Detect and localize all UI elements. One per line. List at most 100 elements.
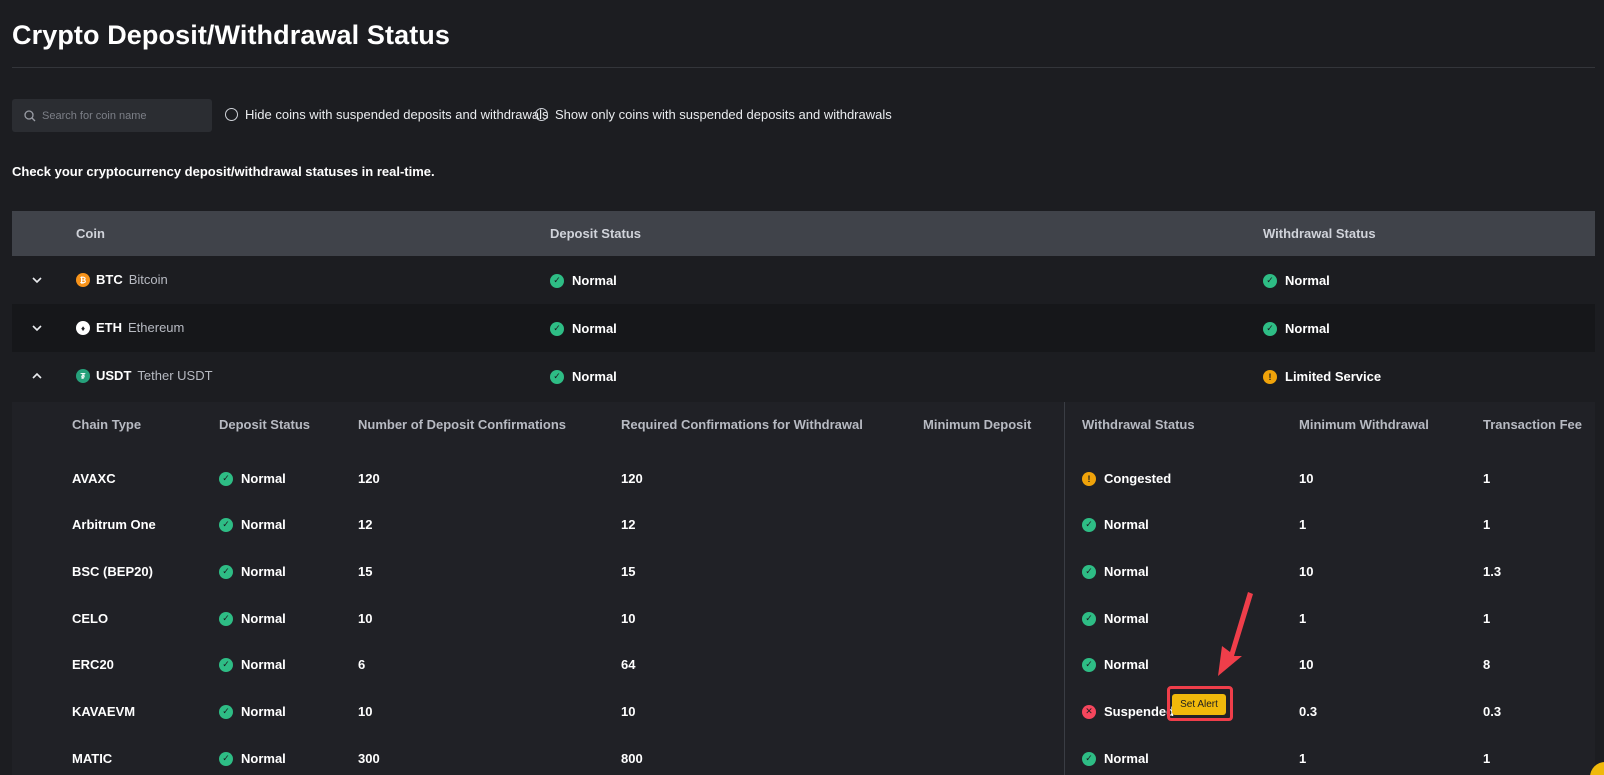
- chain-name: CELO: [72, 611, 109, 626]
- minimum-withdrawal: 1: [1299, 751, 1307, 766]
- chain-withdrawal-status: ✓ Normal: [1082, 611, 1149, 626]
- chevron-up-icon[interactable]: [30, 369, 44, 383]
- chain-withdrawal-status: ! Congested: [1082, 471, 1171, 486]
- withdrawal-status: ✓ Normal: [1263, 273, 1330, 288]
- transaction-fee: 1: [1483, 751, 1491, 766]
- check-icon: ✓: [219, 704, 233, 719]
- transaction-fee: 1: [1483, 517, 1491, 532]
- coin-symbol: USDT Tether USDT: [96, 368, 213, 383]
- chain-name: AVAXC: [72, 471, 116, 486]
- transaction-fee: 1: [1483, 471, 1491, 486]
- chain-withdrawal-status: ✓ Normal: [1082, 564, 1149, 579]
- coin-row-btc[interactable]: ₿ BTC Bitcoin ✓ Normal ✓ Normal: [12, 256, 1595, 304]
- check-icon: ✓: [550, 273, 564, 288]
- check-icon: ✓: [550, 369, 564, 384]
- chain-deposit-status-header: Deposit Status: [219, 417, 311, 432]
- chain-deposit-status: ✓ Normal: [219, 611, 286, 626]
- minimum-withdrawal: 1: [1299, 611, 1307, 626]
- chain-name: KAVAEVM: [72, 704, 136, 719]
- deposit-confirmations: 10: [358, 704, 373, 719]
- coin-symbol: BTC Bitcoin: [96, 272, 168, 287]
- check-icon: ✓: [1082, 517, 1096, 532]
- radio-button[interactable]: [225, 108, 238, 121]
- deposit-status-header: Deposit Status: [550, 226, 642, 241]
- chain-deposit-status: ✓ Normal: [219, 657, 286, 672]
- radio-button[interactable]: [535, 108, 548, 121]
- annotation-arrow-icon: [1218, 592, 1253, 676]
- withdrawal-confirmations: 800: [621, 751, 643, 766]
- eth-icon: ♦: [76, 321, 90, 335]
- check-icon: ✓: [550, 321, 564, 336]
- warning-icon: !: [1082, 471, 1096, 486]
- check-icon: ✓: [219, 611, 233, 626]
- minimum-withdrawal: 0.3: [1299, 704, 1318, 719]
- chevron-down-icon[interactable]: [30, 273, 44, 287]
- check-icon: ✓: [1082, 751, 1096, 766]
- deposit-confirmations: 300: [358, 751, 380, 766]
- coin-row-eth[interactable]: ♦ ETH Ethereum ✓ Normal ✓ Normal: [12, 304, 1595, 352]
- check-icon: ✓: [219, 751, 233, 766]
- withdrawal-confirmations-header: Required Confirmations for Withdrawal: [621, 417, 863, 432]
- transaction-fee: 1.3: [1483, 564, 1502, 579]
- withdrawal-confirmations: 64: [621, 657, 636, 672]
- withdrawal-status: ✓ Normal: [1263, 321, 1330, 336]
- transaction-fee-header: Transaction Fee: [1483, 417, 1582, 432]
- deposit-confirmations: 15: [358, 564, 373, 579]
- deposit-status: ✓ Normal: [550, 369, 617, 384]
- transaction-fee: 8: [1483, 657, 1491, 672]
- page-subtitle: Check your cryptocurrency deposit/withdr…: [12, 164, 435, 179]
- withdrawal-status: ! Limited Service: [1263, 369, 1381, 384]
- chain-name: MATIC: [72, 751, 113, 766]
- minimum-deposit-header: Minimum Deposit: [923, 417, 1032, 432]
- btc-icon: ₿: [76, 273, 90, 287]
- coin-symbol: ETH Ethereum: [96, 320, 185, 335]
- title-divider: [12, 67, 1595, 68]
- withdrawal-confirmations: 120: [621, 471, 643, 486]
- chain-name: Arbitrum One: [72, 517, 156, 532]
- chain-name: ERC20: [72, 657, 114, 672]
- panel-divider: [1064, 402, 1065, 775]
- hide-suspended-label: Hide coins with suspended deposits and w…: [245, 107, 549, 122]
- coin-row-usdt[interactable]: ₮ USDT Tether USDT ✓ Normal ! Limited Servi…: [12, 352, 1595, 400]
- coin-name: Bitcoin: [128, 272, 168, 287]
- hide-suspended-radio[interactable]: Hide coins with suspended deposits and w…: [225, 107, 549, 122]
- coin-header: Coin: [76, 226, 105, 241]
- chain-withdrawal-status: ✓ Normal: [1082, 657, 1149, 672]
- chevron-down-icon[interactable]: [30, 321, 44, 335]
- search-icon: [24, 109, 36, 121]
- deposit-confirmations: 120: [358, 471, 380, 486]
- show-only-suspended-radio[interactable]: Show only coins with suspended deposits …: [535, 107, 892, 122]
- search-input[interactable]: [42, 109, 202, 122]
- transaction-fee: 0.3: [1483, 704, 1502, 719]
- warning-icon: !: [1263, 369, 1277, 384]
- minimum-withdrawal: 10: [1299, 657, 1314, 672]
- chain-detail-panel: [12, 402, 1595, 775]
- chain-withdrawal-status: ✓ Normal: [1082, 751, 1149, 766]
- check-icon: ✓: [1082, 657, 1096, 672]
- check-icon: ✓: [1263, 321, 1277, 336]
- coin-name: Ethereum: [128, 320, 185, 335]
- search-box[interactable]: [12, 99, 212, 132]
- chain-deposit-status: ✓ Normal: [219, 564, 286, 579]
- deposit-confirmations: 10: [358, 611, 373, 626]
- withdrawal-confirmations: 10: [621, 611, 636, 626]
- chain-type-header: Chain Type: [72, 417, 142, 432]
- coin-name: Tether USDT: [137, 368, 213, 383]
- check-icon: ✓: [219, 517, 233, 532]
- check-icon: ✓: [219, 657, 233, 672]
- minimum-withdrawal-header: Minimum Withdrawal: [1299, 417, 1429, 432]
- check-icon: ✓: [1263, 273, 1277, 288]
- check-icon: ✓: [1082, 564, 1096, 579]
- withdrawal-confirmations: 10: [621, 704, 636, 719]
- check-icon: ✓: [219, 564, 233, 579]
- transaction-fee: 1: [1483, 611, 1491, 626]
- withdrawal-confirmations: 15: [621, 564, 636, 579]
- set-alert-button[interactable]: Set Alert: [1172, 694, 1226, 715]
- show-only-suspended-label: Show only coins with suspended deposits …: [555, 107, 892, 122]
- withdrawal-confirmations: 12: [621, 517, 636, 532]
- minimum-withdrawal: 10: [1299, 471, 1314, 486]
- table-header: Coin Deposit Status Withdrawal Status: [12, 211, 1595, 256]
- deposit-status: ✓ Normal: [550, 321, 617, 336]
- chain-deposit-status: ✓ Normal: [219, 751, 286, 766]
- close-icon: ✕: [1082, 704, 1096, 719]
